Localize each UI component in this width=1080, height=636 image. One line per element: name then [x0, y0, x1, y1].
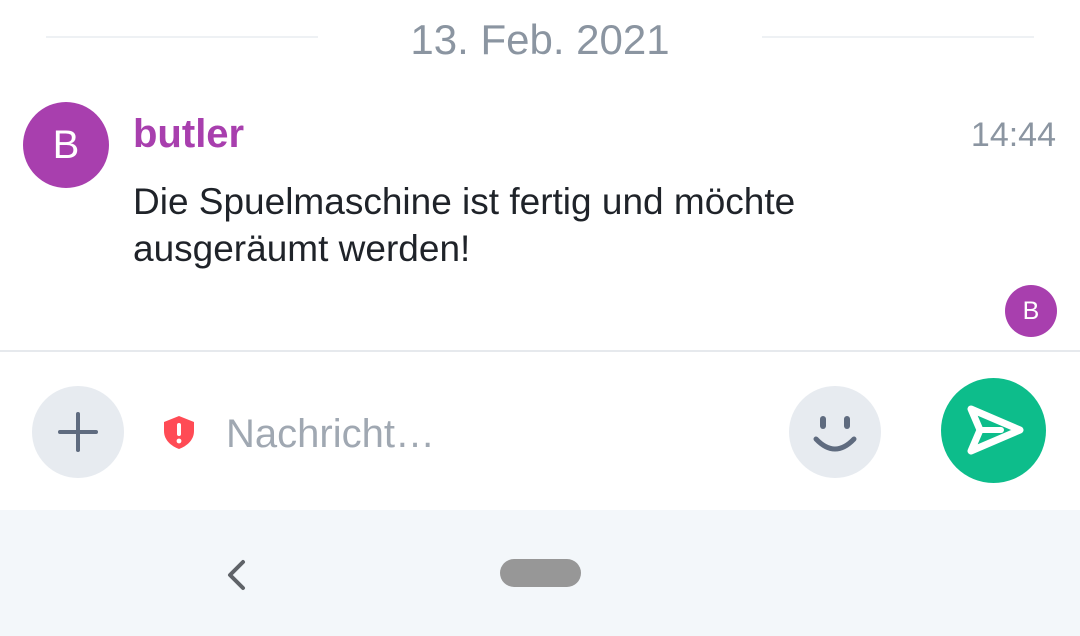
home-pill[interactable] — [500, 559, 581, 587]
message-composer — [0, 350, 1080, 510]
message-body[interactable]: Die Spuelmaschine ist fertig und möchte … — [133, 178, 953, 272]
plus-icon — [58, 412, 98, 452]
send-icon — [967, 405, 1024, 455]
date-divider-line-right — [762, 36, 1034, 38]
back-chevron-icon[interactable] — [222, 558, 252, 592]
message-timestamp: 14:44 — [970, 116, 1056, 154]
sender-name[interactable]: butler — [133, 108, 244, 160]
message-input[interactable] — [226, 404, 766, 464]
sender-avatar[interactable]: B — [23, 102, 109, 188]
smiley-icon — [813, 416, 857, 452]
send-button[interactable] — [941, 378, 1046, 483]
emoji-button[interactable] — [789, 386, 881, 478]
read-receipt-avatar[interactable]: B — [1005, 285, 1057, 337]
add-attachment-button[interactable] — [32, 386, 124, 478]
shield-warning-icon[interactable] — [161, 414, 197, 450]
date-separator-label: 13. Feb. 2021 — [410, 16, 670, 63]
room-timeline: 13. Feb. 2021 B butler 14:44 Die Spuelma… — [0, 0, 1080, 350]
date-divider-line-left — [46, 36, 318, 38]
date-separator: 13. Feb. 2021 — [0, 14, 1080, 66]
